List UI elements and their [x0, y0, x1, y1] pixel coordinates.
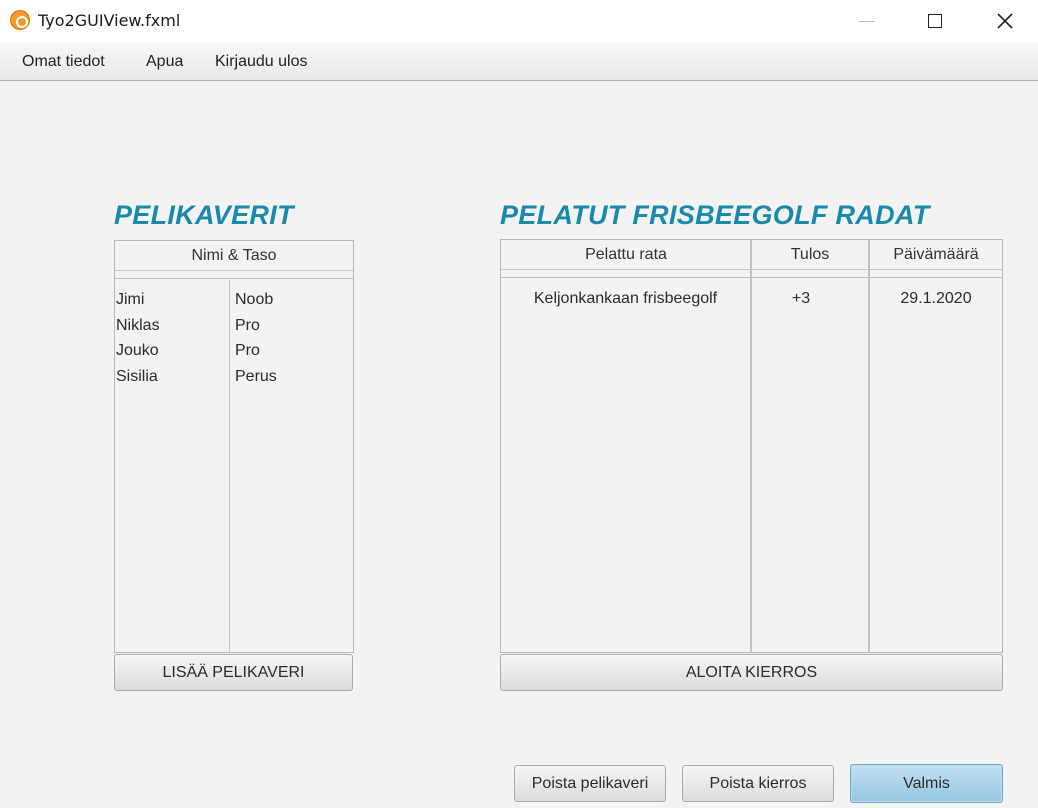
column-header-date[interactable]: Päivämäärä [870, 240, 1002, 270]
friend-name[interactable]: Niklas [116, 317, 160, 335]
menu-kirjaudu-ulos[interactable]: Kirjaudu ulos [215, 53, 308, 71]
add-friend-button[interactable]: LISÄÄ PELIKAVERI [114, 654, 353, 691]
maximize-button[interactable] [900, 0, 970, 42]
friend-level[interactable]: Pro [235, 342, 260, 360]
close-icon [997, 13, 1013, 29]
title-bar: Tyo2GUIView.fxml [0, 0, 1038, 42]
friend-name[interactable]: Sisilia [116, 368, 158, 386]
course-date-cell[interactable]: 29.1.2020 [870, 290, 1002, 308]
friend-name[interactable]: Jouko [116, 342, 159, 360]
friends-table[interactable]: Nimi & Taso Jimi Noob Niklas Pro Jouko P… [114, 240, 354, 653]
courses-heading: PELATUT FRISBEEGOLF RADAT [500, 200, 930, 230]
friend-name[interactable]: Jimi [116, 291, 144, 309]
remove-round-button[interactable]: Poista kierros [682, 765, 834, 802]
friends-header-subrow [115, 271, 353, 279]
friend-level[interactable]: Pro [235, 317, 260, 335]
menu-omat-tiedot[interactable]: Omat tiedot [22, 53, 105, 71]
rose-icon [10, 10, 30, 30]
friend-level[interactable]: Perus [235, 368, 277, 386]
maximize-icon [928, 14, 942, 28]
menu-bar: Omat tiedot Apua Kirjaudu ulos [0, 42, 1038, 81]
friends-column-divider [229, 280, 230, 652]
menu-apua[interactable]: Apua [146, 53, 183, 71]
course-result-cell[interactable]: +3 [752, 290, 850, 308]
remove-friend-button[interactable]: Poista pelikaveri [514, 765, 666, 802]
friend-level[interactable]: Noob [235, 291, 273, 309]
minimize-button[interactable] [832, 0, 902, 42]
friends-column-header[interactable]: Nimi & Taso [115, 241, 353, 271]
minimize-icon [859, 20, 875, 22]
courses-table[interactable]: Pelattu rata Tulos Päivämäärä Keljonkank… [500, 239, 1003, 653]
course-name-cell[interactable]: Keljonkankaan frisbeegolf [501, 290, 750, 308]
close-button[interactable] [970, 0, 1038, 42]
friends-heading: PELIKAVERIT [114, 200, 294, 230]
start-round-button[interactable]: ALOITA KIERROS [500, 654, 1003, 691]
column-header-course[interactable]: Pelattu rata [501, 240, 751, 270]
done-button[interactable]: Valmis [850, 764, 1003, 803]
window-title: Tyo2GUIView.fxml [38, 11, 181, 30]
column-header-result[interactable]: Tulos [752, 240, 868, 270]
